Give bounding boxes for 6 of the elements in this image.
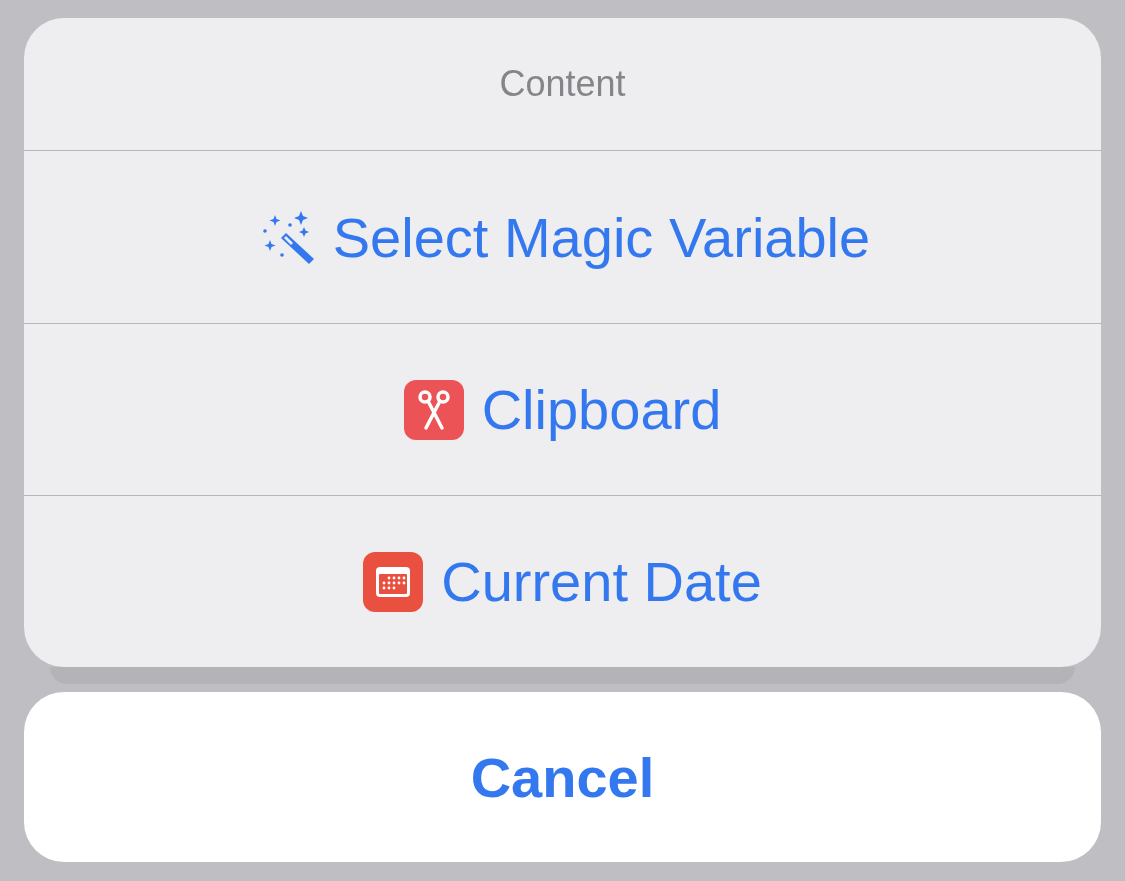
- sheet-title: Content: [499, 63, 626, 105]
- calendar-icon: [363, 551, 424, 612]
- menu-item[interactable]: Clipboard: [24, 323, 1101, 495]
- cancel-button[interactable]: Cancel: [24, 692, 1101, 862]
- menu-item[interactable]: Select Magic Variable: [24, 151, 1101, 323]
- scissors-icon: [403, 379, 464, 440]
